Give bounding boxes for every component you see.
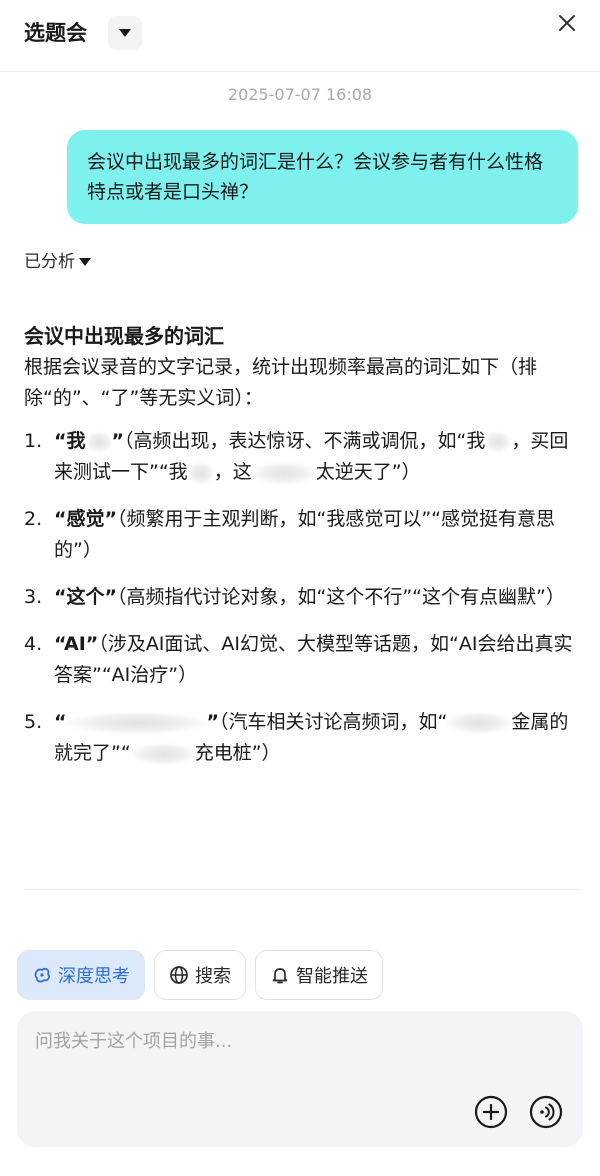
list-item-number: 3. [24, 586, 43, 608]
redacted-text [66, 711, 207, 734]
title-dropdown-button[interactable] [108, 16, 142, 50]
search-button[interactable]: 搜索 [154, 950, 246, 1000]
caret-down-icon [79, 257, 91, 266]
voice-button[interactable] [528, 1094, 564, 1130]
close-icon [559, 15, 575, 31]
list-item-text: （涉及AI面试、AI幻觉、大模型等话题，如“AI会给出真实答案”“AI治疗”） [54, 633, 573, 686]
list-item: 1. “我 ”（高频出现，表达惊讶、不满或调侃，如“我 ，买回来测试一下”“我 ，这太… [24, 426, 580, 488]
list-item-number: 5. [24, 711, 43, 733]
message-timestamp: 2025-07-07 16:08 [227, 85, 373, 104]
close-button[interactable] [554, 10, 580, 36]
mode-toolbar: 深度思考 搜索 智能推送 [17, 950, 383, 1000]
list-item: 5. “”（汽车相关讨论高频词，如“ 金属的就完了”“ 充电桩”） [24, 707, 580, 769]
list-item-term: “” [54, 711, 219, 734]
redacted-text [251, 461, 316, 484]
page-title: 选题会 [24, 21, 87, 45]
answer-heading: 会议中出现最多的词汇 [24, 324, 224, 348]
list-item-term: “我” [54, 430, 124, 453]
add-button[interactable] [473, 1094, 509, 1130]
deep-think-label: 深度思考 [58, 966, 130, 987]
list-item-number: 1. [24, 430, 43, 452]
analysis-toggle-label: 已分析 [24, 252, 75, 272]
answer-intro: 根据会议录音的文字记录，统计出现频率最高的词汇如下（排除“的”、“了”等无实义词… [24, 356, 538, 409]
redacted-text [485, 430, 512, 453]
redacted-text [130, 742, 195, 765]
list-item: 3. “这个”（高频指代讨论对象，如“这个不行”“这个有点幽默”） [24, 582, 580, 613]
search-label: 搜索 [195, 966, 231, 987]
redacted-text [187, 461, 214, 484]
list-item: 2. “感觉”（频繁用于主观判断，如“我感觉可以”“感觉挺有意思的”） [24, 504, 580, 566]
voice-icon [529, 1095, 563, 1129]
bell-icon [272, 968, 288, 984]
list-item-term: “AI” [54, 633, 99, 655]
list-item: 4. “AI”（涉及AI面试、AI幻觉、大模型等话题，如“AI会给出真实答案”“… [24, 629, 580, 691]
assistant-answer: 会议中出现最多的词汇 根据会议录音的文字记录，统计出现频率最高的词汇如下（排除“… [24, 320, 580, 785]
redacted-text [447, 711, 512, 734]
message-input[interactable] [35, 1027, 555, 1067]
composer [17, 1011, 583, 1147]
deep-think-button[interactable]: 深度思考 [17, 950, 145, 1000]
deep-think-icon [34, 967, 50, 983]
list-item-term: “感觉” [54, 508, 117, 530]
list-item-number: 4. [24, 633, 43, 655]
top-bar: 选题会 [0, 0, 600, 72]
list-item-number: 2. [24, 508, 43, 530]
divider [24, 889, 578, 890]
smart-push-button[interactable]: 智能推送 [255, 950, 383, 1000]
word-frequency-list: 1. “我 ”（高频出现，表达惊讶、不满或调侃，如“我 ，买回来测试一下”“我 ，这太… [24, 426, 580, 769]
caret-down-icon [119, 29, 131, 37]
list-item-text: （频繁用于主观判断，如“我感觉可以”“感觉挺有意思的”） [54, 508, 556, 561]
analysis-toggle[interactable]: 已分析 [24, 249, 91, 275]
redacted-text [85, 430, 112, 453]
user-message-bubble: 会议中出现最多的词汇是什么？会议参与者有什么性格特点或者是口头禅？ [67, 130, 578, 224]
globe-icon [170, 966, 188, 984]
plus-circle-icon [474, 1095, 508, 1129]
list-item-term: “这个” [54, 586, 117, 608]
list-item-text: （高频指代讨论对象，如“这个不行”“这个有点幽默”） [116, 586, 565, 608]
smart-push-label: 智能推送 [296, 966, 368, 987]
